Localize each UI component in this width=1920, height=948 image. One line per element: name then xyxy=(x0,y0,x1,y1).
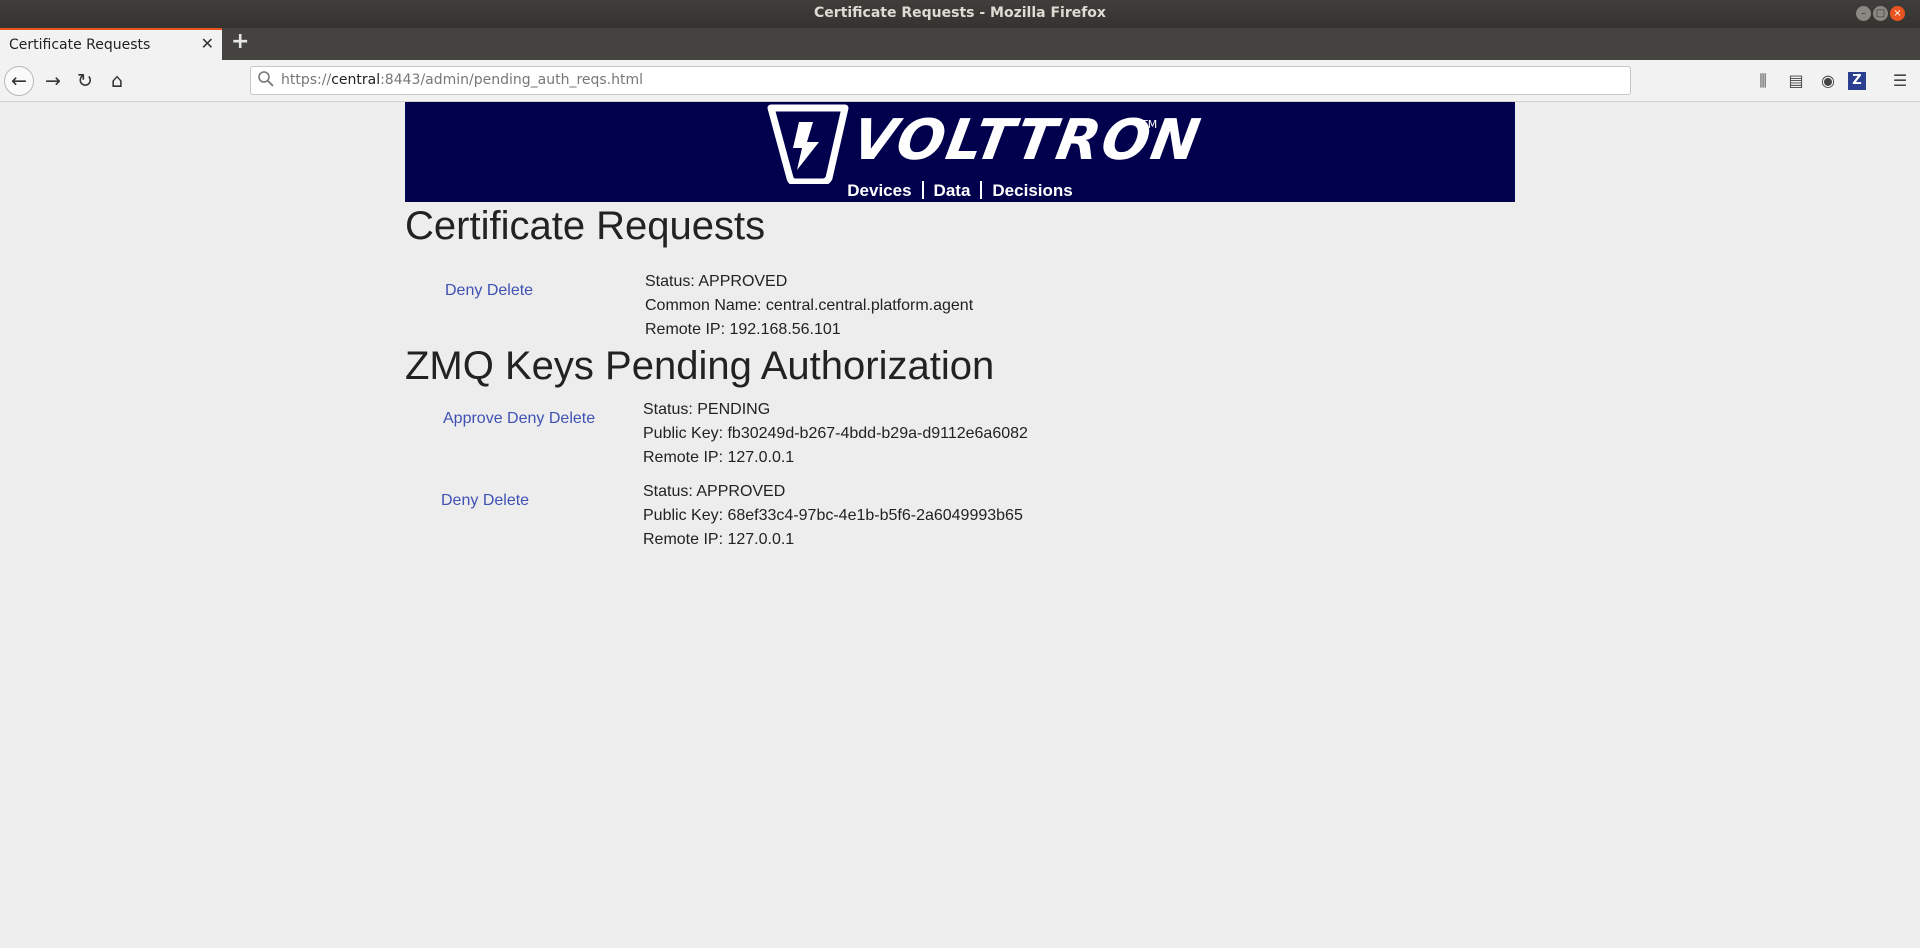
url-host: central xyxy=(331,72,381,88)
reload-icon[interactable]: ↻ xyxy=(70,67,100,95)
tab-label: Certificate Requests xyxy=(9,37,151,53)
new-tab-button[interactable]: + xyxy=(231,29,249,54)
delete-link[interactable]: Delete xyxy=(549,410,595,427)
common-name-text: Common Name: central.central.platform.ag… xyxy=(645,297,974,314)
delete-link[interactable]: Delete xyxy=(483,492,529,509)
url-text: https://central:8443/admin/pending_auth_… xyxy=(281,72,643,88)
cert-request-info: Status: APPROVED Common Name: central.ce… xyxy=(645,270,973,342)
nav-link-data[interactable]: Data xyxy=(934,181,971,200)
nav-link-decisions[interactable]: Decisions xyxy=(992,181,1072,200)
navigation-toolbar: ← → ↻ ⌂ https://central:8443/admin/pendi… xyxy=(0,60,1920,102)
home-icon[interactable]: ⌂ xyxy=(102,67,132,95)
zmq-key-info: Status: PENDING Public Key: fb30249d-b26… xyxy=(643,398,1028,470)
banner-nav: Devices Data Decisions xyxy=(405,181,1515,201)
tab-close-icon[interactable]: ✕ xyxy=(201,34,214,53)
nav-divider xyxy=(980,181,983,199)
delete-link[interactable]: Delete xyxy=(487,282,533,299)
status-text: Status: APPROVED xyxy=(645,273,788,290)
menu-icon[interactable]: ☰ xyxy=(1889,70,1911,92)
window-title: Certificate Requests - Mozilla Firefox xyxy=(814,5,1106,21)
remote-ip-text: Remote IP: 127.0.0.1 xyxy=(643,449,795,466)
zotero-icon[interactable]: Z xyxy=(1848,72,1866,90)
status-text: Status: PENDING xyxy=(643,401,771,418)
page-content: VOLTTRON TM Devices Data Decisions Certifi… xyxy=(0,102,1920,948)
remote-ip-text: Remote IP: 192.168.56.101 xyxy=(645,321,841,338)
nav-link-devices[interactable]: Devices xyxy=(847,181,911,200)
library-icon[interactable]: ⫼ xyxy=(1752,70,1774,92)
deny-link[interactable]: Deny xyxy=(507,410,544,427)
zmq-key-actions: Approve Deny Delete xyxy=(443,410,595,428)
forward-arrow-icon[interactable]: → xyxy=(38,67,68,95)
public-key-text: Public Key: fb30249d-b267-4bdd-b29a-d911… xyxy=(643,425,1028,442)
window-titlebar: Certificate Requests - Mozilla Firefox –… xyxy=(0,0,1920,28)
approve-link[interactable]: Approve xyxy=(443,410,503,427)
close-window-icon[interactable]: × xyxy=(1890,6,1905,21)
volttron-banner: VOLTTRON TM Devices Data Decisions xyxy=(405,102,1515,202)
tab-certificate-requests[interactable]: Certificate Requests ✕ xyxy=(0,28,222,60)
account-icon[interactable]: ◉ xyxy=(1817,70,1839,92)
zmq-key-actions: Deny Delete xyxy=(441,492,529,510)
back-arrow-icon[interactable]: ← xyxy=(4,66,34,96)
remote-ip-text: Remote IP: 127.0.0.1 xyxy=(643,531,795,548)
zmq-keys-heading: ZMQ Keys Pending Authorization xyxy=(405,344,995,388)
minimize-icon[interactable]: – xyxy=(1856,6,1871,21)
tab-strip: Certificate Requests ✕ + xyxy=(0,28,1920,60)
cert-request-actions: Deny Delete xyxy=(445,282,533,300)
deny-link[interactable]: Deny xyxy=(445,282,482,299)
nav-divider xyxy=(921,181,924,199)
status-text: Status: APPROVED xyxy=(643,483,786,500)
public-key-text: Public Key: 68ef33c4-97bc-4e1b-b5f6-2a60… xyxy=(643,507,1023,524)
url-bar[interactable]: https://central:8443/admin/pending_auth_… xyxy=(250,66,1631,95)
deny-link[interactable]: Deny xyxy=(441,492,478,509)
maximize-icon[interactable]: □ xyxy=(1873,6,1888,21)
volttron-logo-icon xyxy=(767,104,849,184)
zmq-key-info: Status: APPROVED Public Key: 68ef33c4-97… xyxy=(643,480,1023,552)
sidebar-icon[interactable]: ▤ xyxy=(1785,70,1807,92)
trademark: TM xyxy=(1141,118,1158,131)
url-path: :8443/admin/pending_auth_reqs.html xyxy=(380,72,644,88)
certificate-requests-heading: Certificate Requests xyxy=(405,204,766,248)
search-icon xyxy=(258,71,274,87)
url-scheme: https:// xyxy=(281,72,332,88)
